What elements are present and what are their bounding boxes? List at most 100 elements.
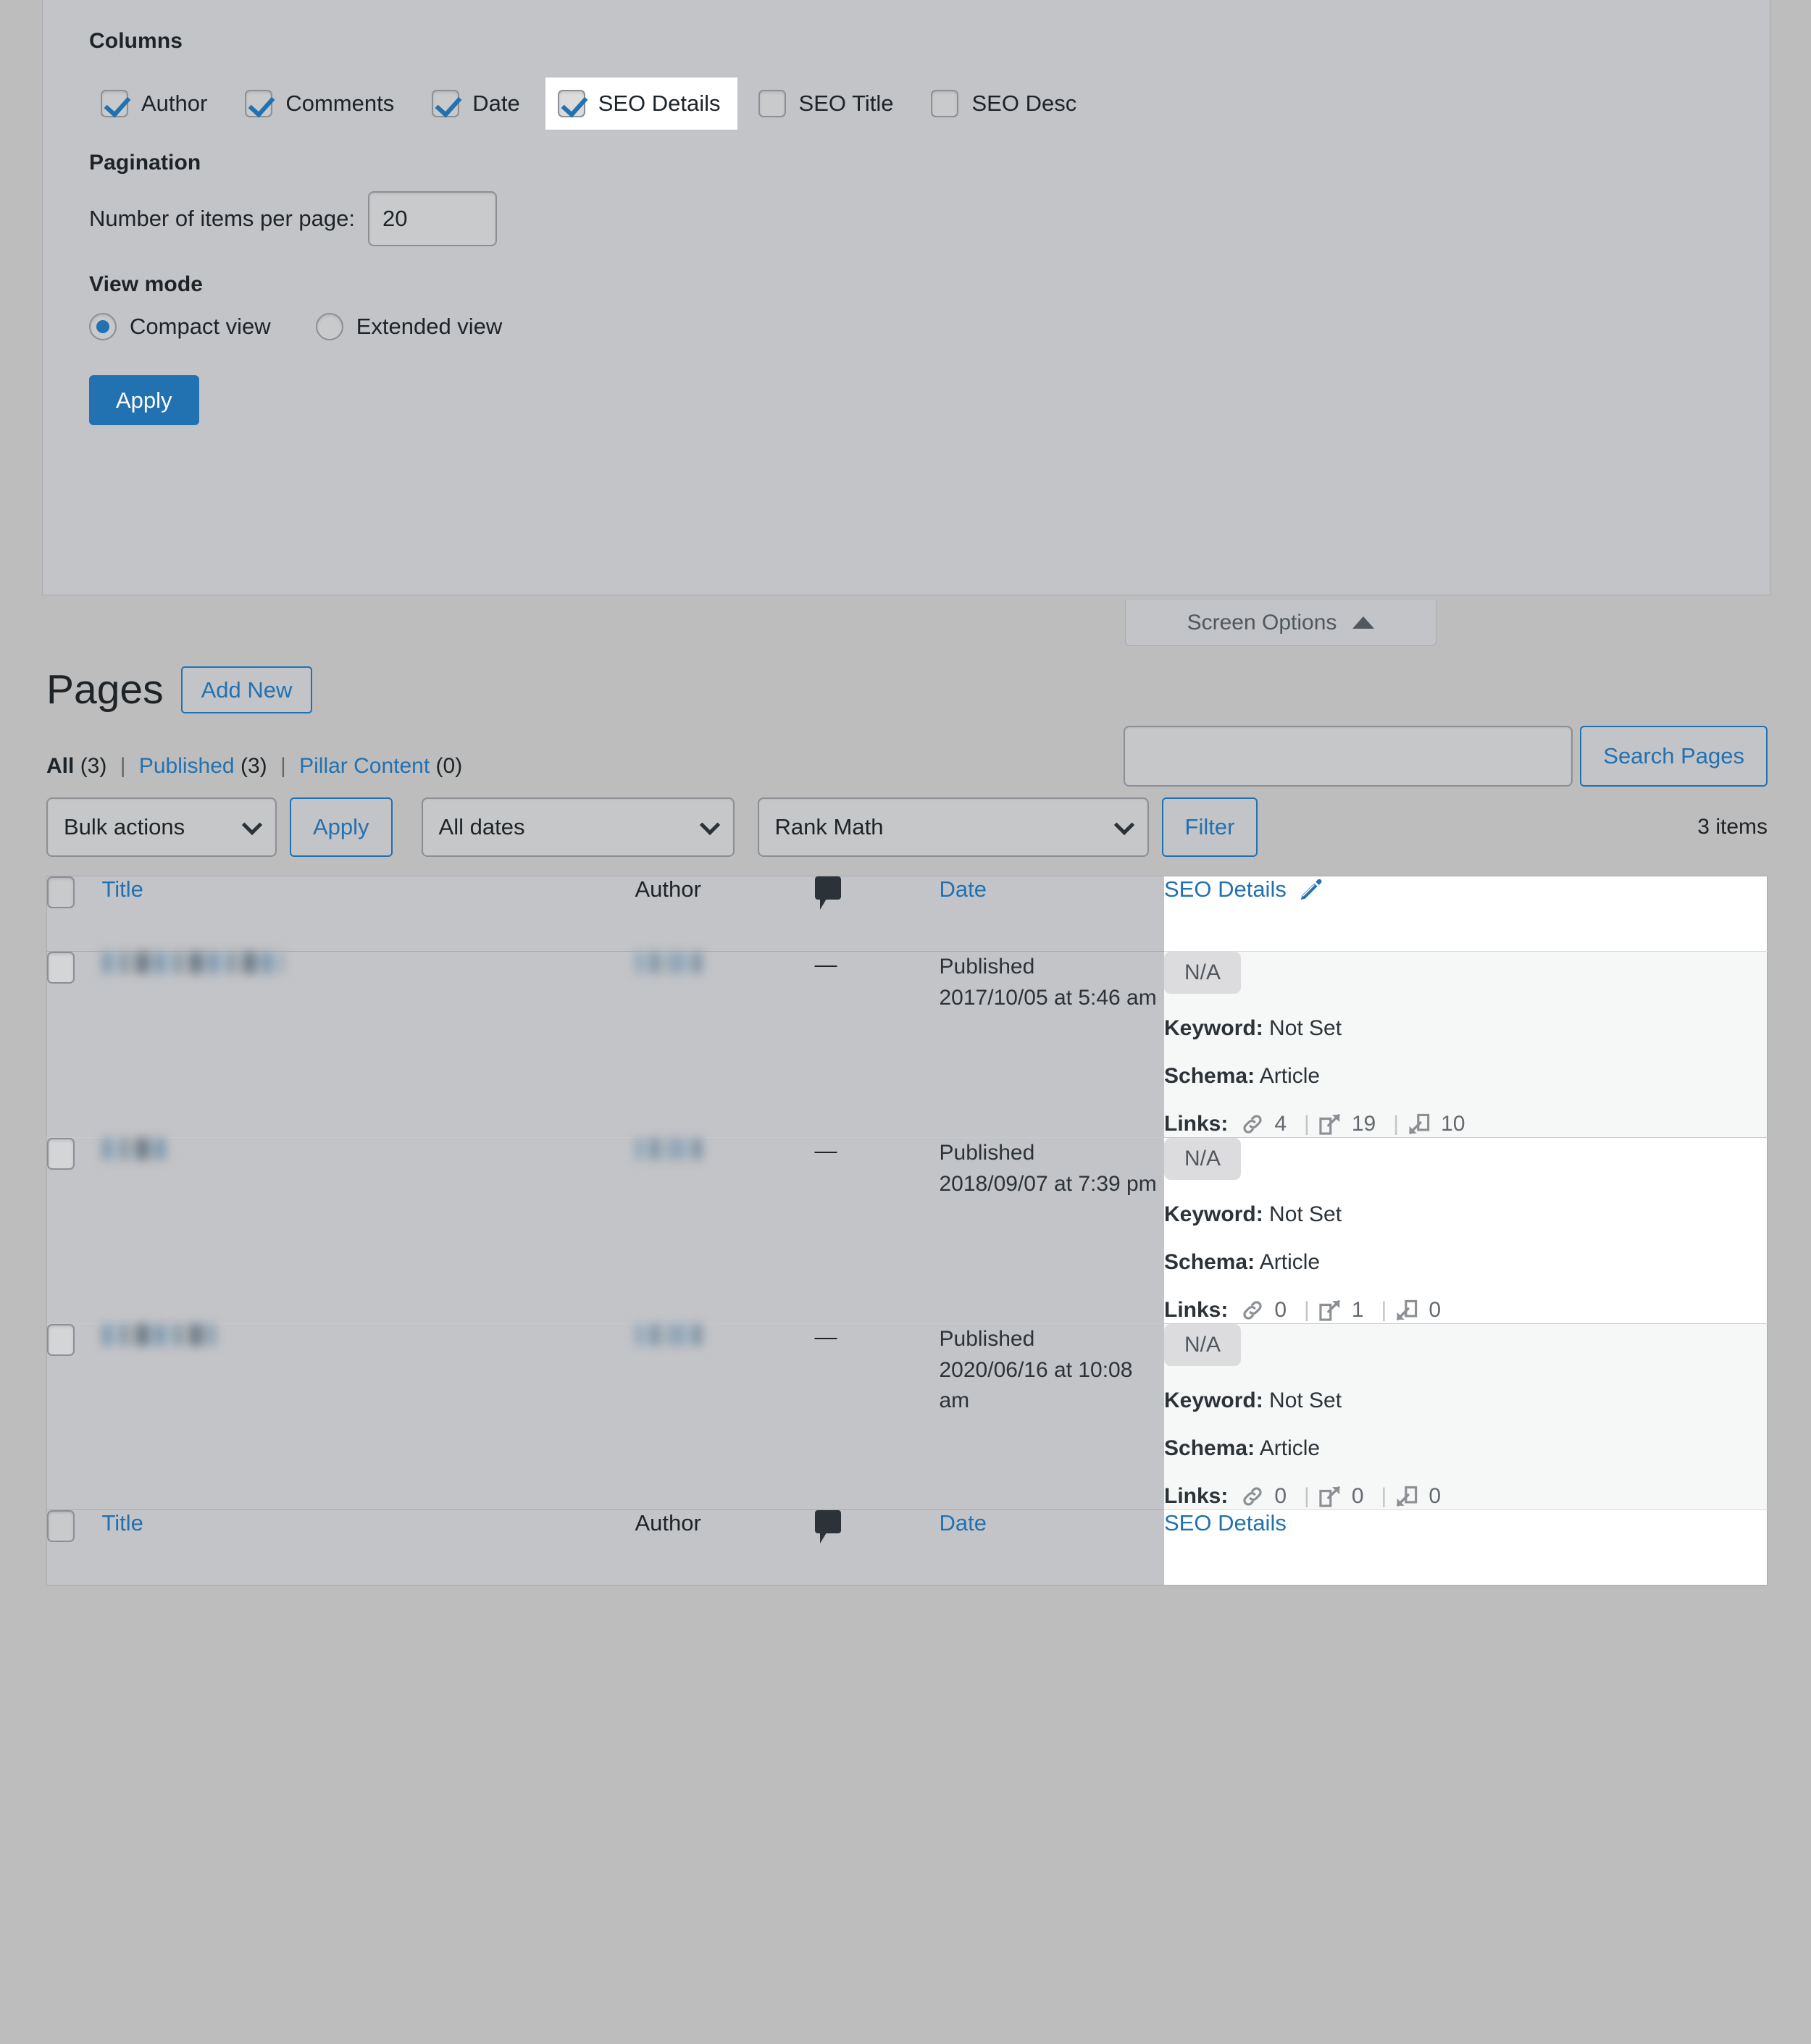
seo-internal-links-count: 4 xyxy=(1274,1112,1287,1136)
view-mode-label-compact: Compact view xyxy=(130,314,271,339)
seo-schema-line: Schema: Article xyxy=(1164,1249,1767,1276)
seo-incoming-links-count: 10 xyxy=(1441,1112,1465,1136)
checkbox-icon-seo-desc[interactable] xyxy=(931,90,959,117)
view-link-all[interactable]: All xyxy=(46,754,74,778)
seo-links-label: Links: xyxy=(1164,1112,1229,1136)
links-divider-1: | xyxy=(1304,1112,1310,1136)
external-link-out-icon xyxy=(1319,1114,1340,1135)
chevron-down-icon-bulk xyxy=(241,815,263,836)
pages-list-page: Pages Add New Search Pages All (3) | Pub… xyxy=(46,666,1768,1586)
radio-icon-extended[interactable] xyxy=(315,313,343,340)
row-select-cell xyxy=(47,1324,102,1510)
column-header-seo-details: SEO Details xyxy=(1163,876,1768,952)
checkbox-icon-seo-details[interactable] xyxy=(557,90,585,117)
row-comments-cell: — xyxy=(815,1138,940,1324)
columns-checkbox-group: Author Comments Date SEO Details SEO Tit… xyxy=(89,78,1723,129)
column-toggle-seo-details[interactable]: SEO Details xyxy=(545,78,737,129)
search-box: Search Pages xyxy=(1124,726,1768,787)
date-value: 2018/09/07 at 7:39 pm xyxy=(939,1171,1157,1196)
sort-link-date[interactable]: Date xyxy=(940,876,987,902)
per-page-label: Number of items per page: xyxy=(89,206,356,231)
date-value: 2017/10/05 at 5:46 am xyxy=(939,985,1157,1010)
date-filter-select[interactable]: All dates xyxy=(421,797,735,858)
column-toggle-seo-desc[interactable]: SEO Desc xyxy=(919,78,1092,129)
seo-details-header[interactable]: SEO Details xyxy=(1164,876,1324,902)
row-title-cell[interactable] xyxy=(101,1324,635,1510)
column-header-title: Title xyxy=(101,876,635,952)
column-footer-title: Title xyxy=(101,1509,635,1586)
sort-link-title-footer[interactable]: Title xyxy=(102,1510,143,1536)
column-footer-author: Author xyxy=(635,1509,815,1586)
table-row[interactable]: — Published 2017/10/05 at 5:46 am N/A Ke… xyxy=(46,951,1768,1138)
filter-button[interactable]: Filter xyxy=(1161,797,1258,858)
view-count-pillar-content: (0) xyxy=(435,754,463,779)
select-all-checkbox[interactable] xyxy=(47,876,75,909)
row-checkbox[interactable] xyxy=(47,952,75,984)
view-link-pillar-content[interactable]: Pillar Content xyxy=(299,754,430,778)
select-all-checkbox-footer[interactable] xyxy=(47,1510,75,1543)
chain-link-icon xyxy=(1243,1115,1262,1134)
view-mode-legend: View mode xyxy=(89,272,204,296)
rank-math-filter-select[interactable]: Rank Math xyxy=(757,797,1149,858)
radio-icon-compact[interactable] xyxy=(89,313,117,340)
view-mode-compact[interactable]: Compact view xyxy=(89,313,271,340)
column-label-comments: Comments xyxy=(285,91,395,116)
checkbox-icon-comments[interactable] xyxy=(245,90,273,117)
seo-details-footer-label[interactable]: SEO Details xyxy=(1164,1510,1287,1536)
seo-external-links-count: 0 xyxy=(1351,1484,1364,1509)
checkbox-icon-seo-title[interactable] xyxy=(758,90,786,117)
per-page-input[interactable] xyxy=(368,191,498,246)
sort-link-date-footer[interactable]: Date xyxy=(940,1510,987,1536)
column-toggle-date[interactable]: Date xyxy=(420,78,535,129)
row-title-cell[interactable] xyxy=(101,1138,635,1324)
row-checkbox[interactable] xyxy=(47,1324,75,1357)
comments-value: — xyxy=(814,1324,837,1350)
page-header: Pages Add New xyxy=(46,666,1768,714)
search-input[interactable] xyxy=(1124,726,1573,787)
table-body: — Published 2017/10/05 at 5:46 am N/A Ke… xyxy=(46,951,1768,1510)
row-title-cell[interactable] xyxy=(101,952,635,1138)
external-link-in-icon xyxy=(1397,1486,1418,1507)
row-select-cell xyxy=(47,952,102,1138)
table-footer-row: Title Author Date SEO Details xyxy=(46,1509,1768,1586)
table-nav-top: Bulk actions Apply All dates Rank Math F… xyxy=(46,797,1768,858)
view-link-published[interactable]: Published xyxy=(139,754,235,778)
table-row[interactable]: — Published 2020/06/16 at 10:08 am N/A K… xyxy=(47,1323,1768,1510)
seo-links-label: Links: xyxy=(1164,1298,1229,1323)
checkbox-icon-author[interactable] xyxy=(101,90,128,117)
external-link-out-icon xyxy=(1319,1300,1340,1321)
author-footer-label: Author xyxy=(635,1510,701,1536)
search-pages-button[interactable]: Search Pages xyxy=(1580,726,1768,787)
table-row[interactable]: — Published 2018/09/07 at 7:39 pm N/A Ke… xyxy=(46,1137,1768,1324)
column-toggle-comments[interactable]: Comments xyxy=(233,78,410,129)
chevron-up-icon xyxy=(1352,616,1375,629)
column-toggle-author[interactable]: Author xyxy=(89,78,223,129)
items-count: 3 items xyxy=(1697,815,1768,839)
view-mode-label-extended: Extended view xyxy=(356,314,503,339)
bulk-apply-button[interactable]: Apply xyxy=(290,797,393,858)
column-label-seo-title: SEO Title xyxy=(798,91,894,116)
screen-options-apply-button[interactable]: Apply xyxy=(89,375,199,425)
views-separator-1: | xyxy=(120,754,126,779)
add-new-button[interactable]: Add New xyxy=(180,666,313,714)
redacted-title xyxy=(101,952,283,974)
view-mode-extended[interactable]: Extended view xyxy=(315,313,503,340)
seo-keyword-value: Not Set xyxy=(1269,1016,1342,1041)
checkbox-icon-date[interactable] xyxy=(432,90,460,117)
seo-keyword-value: Not Set xyxy=(1269,1202,1342,1227)
screen-options-tab[interactable]: Screen Options xyxy=(1125,600,1436,646)
pencil-icon[interactable] xyxy=(1298,876,1324,902)
comment-bubble-icon-footer xyxy=(814,1510,841,1544)
column-toggle-seo-title[interactable]: SEO Title xyxy=(747,78,910,129)
bulk-actions-select[interactable]: Bulk actions xyxy=(46,797,277,858)
date-status: Published xyxy=(939,1327,1035,1352)
row-checkbox[interactable] xyxy=(47,1138,75,1170)
pagination-legend: Pagination xyxy=(89,151,201,175)
screen-options-panel: Columns Author Comments Date SEO Details… xyxy=(42,0,1770,595)
seo-links-line: Links: 0 | xyxy=(1164,1483,1767,1509)
seo-links-line: Links: 0 | xyxy=(1164,1297,1767,1323)
chevron-down-icon-dates xyxy=(699,815,720,836)
column-footer-seo-details: SEO Details xyxy=(1163,1509,1768,1586)
sort-link-title[interactable]: Title xyxy=(102,876,143,902)
column-footer-date: Date xyxy=(939,1509,1164,1586)
